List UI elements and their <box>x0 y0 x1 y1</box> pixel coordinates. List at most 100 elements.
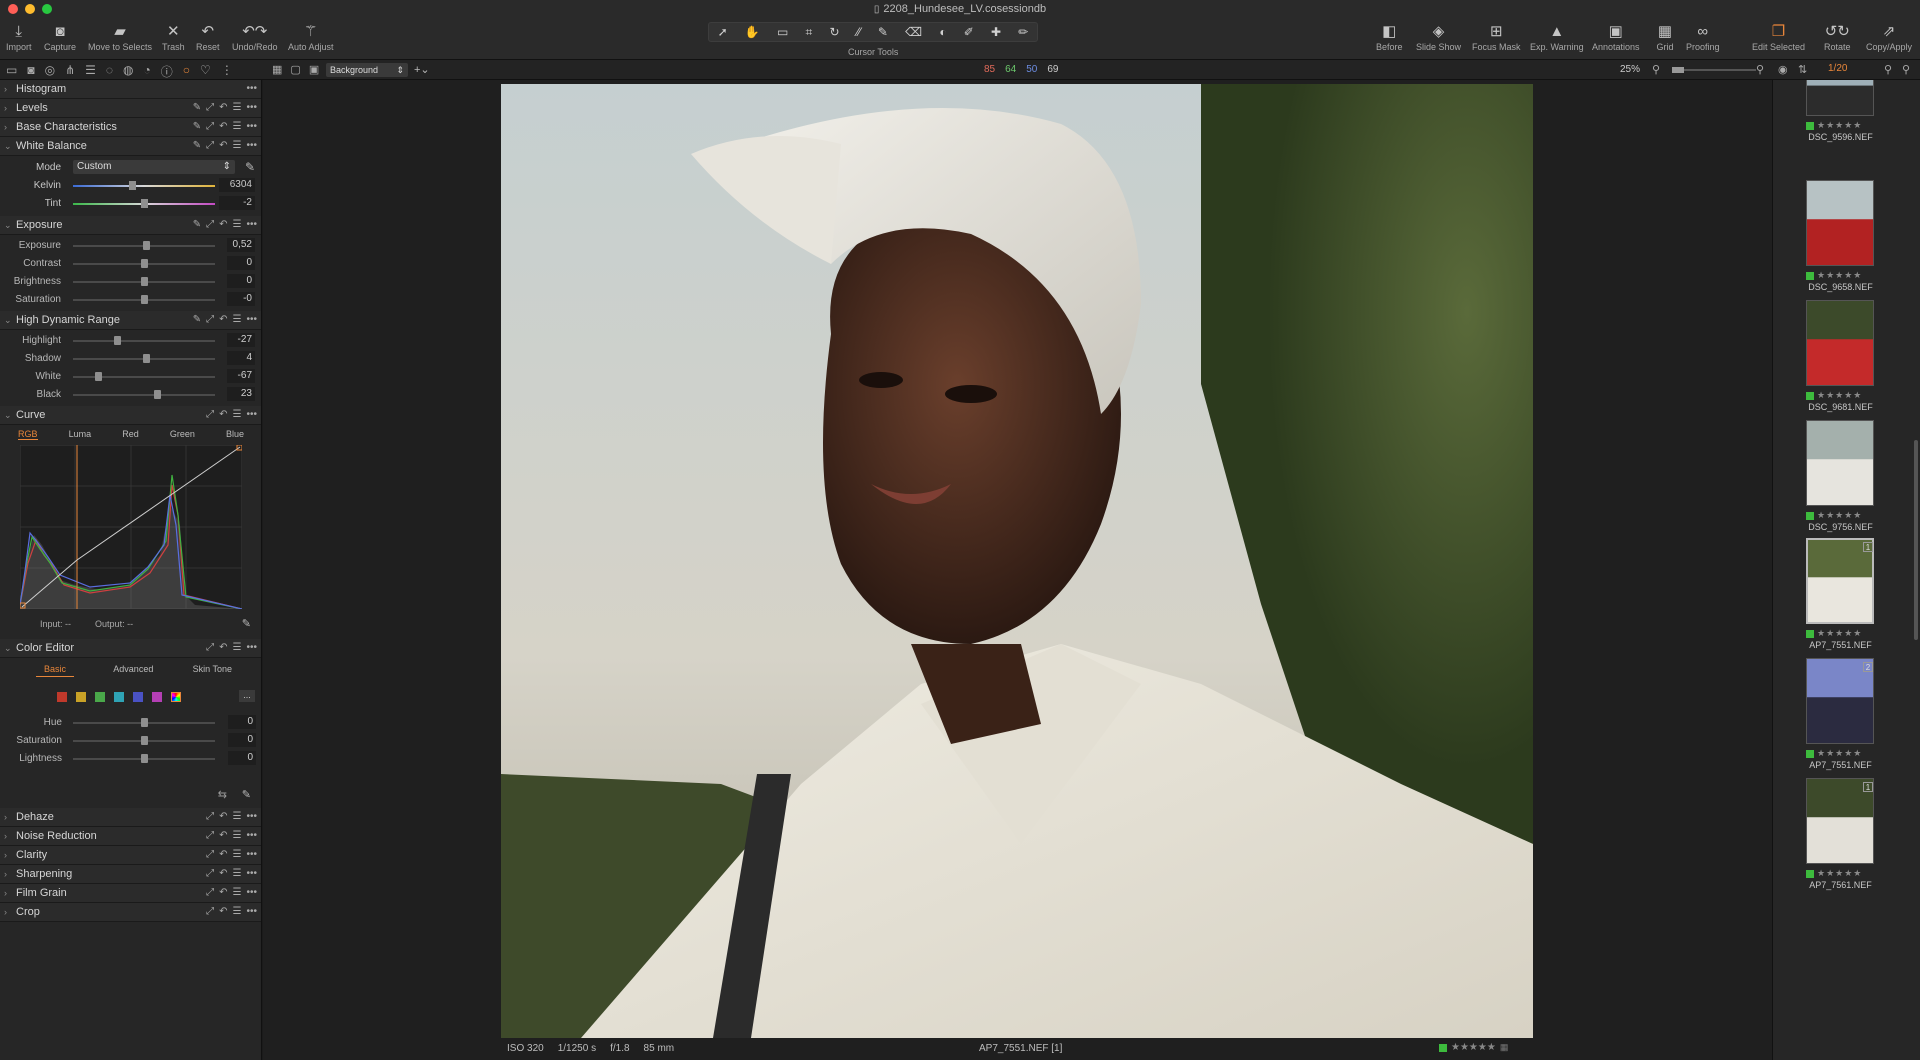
picker-icon[interactable]: ✎ <box>193 102 201 113</box>
zoom-in-icon[interactable]: ⚲ <box>1756 63 1764 76</box>
presets-icon[interactable]: ☰ <box>233 830 242 841</box>
hdr-value[interactable]: -27 <box>227 333 255 347</box>
tool-curve[interactable]: ⌄ Curve ⤢ ↶ ☰ ••• <box>0 406 261 425</box>
wb-mode-select[interactable]: Custom ⇕ <box>73 160 235 174</box>
keystone-icon[interactable]: ⁄⁄ <box>857 25 861 39</box>
tint-value[interactable]: -2 <box>219 196 255 210</box>
more-options-icon[interactable]: ••• <box>246 102 257 113</box>
color-swatch[interactable] <box>95 692 105 702</box>
color-editor-slider[interactable] <box>73 718 215 727</box>
auto-icon[interactable]: ⤢ <box>206 887 214 898</box>
tool-histogram[interactable]: › Histogram ••• <box>0 80 261 99</box>
heart-tab-icon[interactable]: ♡ <box>200 63 211 80</box>
presets-icon[interactable]: ☰ <box>233 102 242 113</box>
reset-icon[interactable]: ↶ <box>219 868 227 879</box>
tool-collapsed[interactable]: › Dehaze ⤢ ↶ ☰ ••• <box>0 808 261 827</box>
star-rating[interactable]: ★★★★★ <box>1451 1042 1496 1053</box>
star-rating[interactable]: ★★★★★ <box>1817 748 1862 759</box>
thumbnail-card[interactable]: ★★★★★ DSC_9658.NEF <box>1773 180 1920 300</box>
hdr-thumb[interactable] <box>95 372 102 381</box>
detail-tab-icon[interactable]: ◔ <box>144 63 151 80</box>
auto-icon[interactable]: ⤢ <box>206 906 214 917</box>
more-options-icon[interactable]: ••• <box>246 868 257 879</box>
hdr-value[interactable]: 23 <box>227 387 255 401</box>
auto-icon[interactable]: ⤢ <box>206 642 214 653</box>
eraser-icon[interactable]: ⌫ <box>905 25 922 39</box>
reset-icon[interactable]: ↶ <box>219 140 227 151</box>
tool-color-editor[interactable]: ⌄ Color Editor ⤢ ↶ ☰ ••• <box>0 639 261 658</box>
exposure-thumb[interactable] <box>143 241 150 250</box>
search-icon[interactable]: ⚲ <box>1884 63 1892 76</box>
auto-icon[interactable]: ⤢ <box>206 219 214 230</box>
more-options-icon[interactable]: ••• <box>246 849 257 860</box>
color-editor-value[interactable]: 0 <box>228 715 256 729</box>
hdr-slider[interactable] <box>73 390 215 399</box>
picker-icon[interactable]: ✐ <box>964 25 974 39</box>
composition-tab-icon[interactable]: ⋔ <box>65 63 75 80</box>
add-layer-icon[interactable]: +⌄ <box>414 63 430 76</box>
tool-hdr[interactable]: ⌄ High Dynamic Range ✎ ⤢ ↶ ☰ ••• <box>0 311 261 330</box>
pan-hand-icon[interactable]: ✋ <box>745 25 760 39</box>
color-swatch[interactable] <box>152 692 162 702</box>
tool-collapsed[interactable]: › Film Grain ⤢ ↶ ☰ ••• <box>0 884 261 903</box>
thumbnail-image[interactable] <box>1806 180 1874 266</box>
color-tag-green[interactable] <box>1806 629 1814 638</box>
all-colors-swatch[interactable] <box>171 692 181 702</box>
presets-icon[interactable]: ☰ <box>233 642 242 653</box>
presets-icon[interactable]: ☰ <box>233 121 242 132</box>
ce-picker-icon[interactable]: ✎ <box>242 788 251 801</box>
reset-icon[interactable]: ↶ <box>219 887 227 898</box>
tool-white-balance[interactable]: ⌄ White Balance ✎ ⤢ ↶ ☰ ••• <box>0 137 261 156</box>
exposure-value[interactable]: 0 <box>227 274 255 288</box>
exposure-slider[interactable] <box>73 259 215 268</box>
color-tag-green[interactable] <box>1806 121 1814 130</box>
adjust-tab-icon[interactable]: ☰ <box>85 63 96 80</box>
thumbnail-card[interactable]: ★★★★★ DSC_9756.NEF <box>1773 420 1920 540</box>
color-swatch[interactable] <box>57 692 67 702</box>
select-cursor-icon[interactable]: ➚ <box>718 25 728 39</box>
reset-icon[interactable]: ↶ <box>219 830 227 841</box>
reset-icon[interactable]: ↶ <box>219 811 227 822</box>
auto-icon[interactable]: ⤢ <box>206 830 214 841</box>
reset-icon[interactable]: ↶ <box>219 121 227 132</box>
star-rating[interactable]: ★★★★★ <box>1817 120 1862 131</box>
curve-tab-green[interactable]: Green <box>170 429 195 440</box>
reset-icon[interactable]: ↶ <box>219 314 227 325</box>
star-rating[interactable]: ★★★★★ <box>1817 868 1862 879</box>
lens-tab-icon[interactable]: ◎ <box>45 63 55 80</box>
multi-view-icon[interactable]: ▣ <box>309 63 319 76</box>
exposure-value[interactable]: -0 <box>227 292 255 306</box>
presets-icon[interactable]: ☰ <box>233 849 242 860</box>
kelvin-thumb[interactable] <box>129 181 136 190</box>
star-rating[interactable]: ★★★★★ <box>1817 270 1862 281</box>
ce-tab-advanced[interactable]: Advanced <box>113 664 153 677</box>
brush-icon[interactable]: ✎ <box>878 25 888 39</box>
picker-icon[interactable]: ✎ <box>193 314 201 325</box>
exposure-value[interactable]: 0,52 <box>227 238 255 252</box>
tool-exposure[interactable]: ⌄ Exposure ✎ ⤢ ↶ ☰ ••• <box>0 216 261 235</box>
star-rating[interactable]: ★★★★★ <box>1817 390 1862 401</box>
more-options-icon[interactable]: ••• <box>246 887 257 898</box>
auto-icon[interactable]: ⤢ <box>206 868 214 879</box>
crop-icon[interactable]: ⌗ <box>806 25 813 40</box>
tool-levels[interactable]: › Levels ✎ ⤢ ↶ ☰ ••• <box>0 99 261 118</box>
exposure-slider[interactable] <box>73 295 215 304</box>
presets-icon[interactable]: ☰ <box>233 868 242 879</box>
more-options-icon[interactable]: ••• <box>246 811 257 822</box>
edit-selected-button[interactable]: ❐ Edit Selected <box>1752 20 1805 52</box>
color-editor-slider[interactable] <box>73 754 215 763</box>
thumbnail-image[interactable] <box>1806 300 1874 386</box>
kelvin-value[interactable]: 6304 <box>219 178 255 192</box>
zoom-slider-thumb[interactable] <box>1672 67 1684 73</box>
main-photo[interactable] <box>501 84 1533 1038</box>
kelvin-slider[interactable] <box>73 181 215 190</box>
exposure-value[interactable]: 0 <box>227 256 255 270</box>
focus-mask-button[interactable]: ⊞ Focus Mask <box>1472 20 1521 52</box>
hdr-slider[interactable] <box>73 354 215 363</box>
more-tabs-icon[interactable]: ⋮ <box>221 63 233 80</box>
thumbnail-image[interactable] <box>1806 420 1874 506</box>
import-button[interactable]: ⤓ Import <box>6 20 32 53</box>
tool-collapsed[interactable]: › Noise Reduction ⤢ ↶ ☰ ••• <box>0 827 261 846</box>
color-tag-green[interactable] <box>1806 749 1814 758</box>
capture-button[interactable]: ◙ Capture <box>44 20 76 53</box>
